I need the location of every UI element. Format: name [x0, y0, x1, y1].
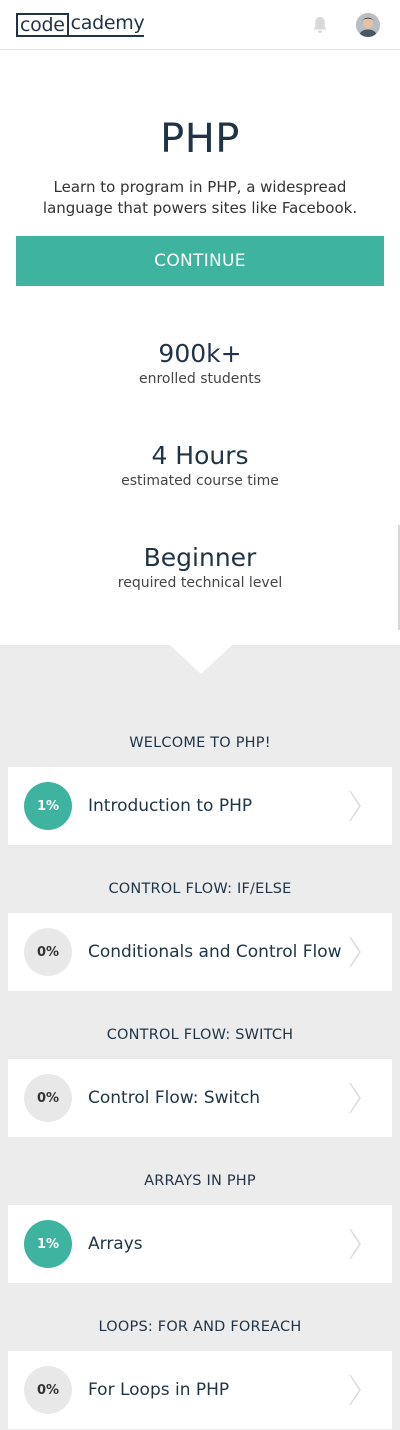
stat-label: enrolled students: [138, 371, 262, 387]
chevron-right-icon: [349, 790, 361, 822]
codecademy-logo[interactable]: code cademy: [16, 13, 145, 37]
progress-badge: 1%: [24, 1220, 72, 1268]
stat-label: estimated course time: [121, 473, 279, 489]
section-heading: WELCOME TO PHP!: [129, 735, 271, 751]
lesson-title: Conditionals and Control Flow: [88, 942, 342, 962]
stat-enrolled: 900k+ enrolled students: [0, 339, 400, 388]
bell-icon[interactable]: [312, 16, 328, 34]
chevron-right-icon: [349, 1082, 361, 1114]
page-title: PHP: [160, 116, 240, 162]
lesson-card[interactable]: 1% Introduction to PHP: [8, 767, 392, 845]
lesson-title: Arrays: [88, 1234, 143, 1254]
continue-button[interactable]: CONTINUE: [16, 236, 384, 286]
progress-badge: 0%: [24, 1074, 72, 1122]
lesson-title: Introduction to PHP: [88, 796, 253, 816]
stat-course-time: 4 Hours estimated course time: [0, 441, 400, 490]
lesson-card[interactable]: 1% Arrays: [8, 1205, 392, 1283]
hero-pointer-arrow: [170, 645, 232, 674]
chevron-right-icon: [349, 936, 361, 968]
section-heading: CONTROL FLOW: IF/ELSE: [108, 881, 292, 897]
avatar-picture: [356, 13, 380, 37]
lesson-title: Control Flow: Switch: [88, 1088, 261, 1108]
chevron-right-icon: [349, 1228, 361, 1260]
section-heading: CONTROL FLOW: SWITCH: [106, 1027, 294, 1043]
stat-value: Beginner: [143, 543, 257, 572]
section-heading: LOOPS: FOR AND FOREACH: [98, 1319, 302, 1335]
logo-code-box: code: [16, 13, 69, 37]
progress-badge: 0%: [24, 1366, 72, 1414]
progress-badge: 0%: [24, 928, 72, 976]
lesson-title: For Loops in PHP: [88, 1380, 230, 1400]
course-hero: PHP Learn to program in PHP, a widesprea…: [0, 50, 400, 645]
chevron-right-icon: [349, 1374, 361, 1406]
lesson-card[interactable]: 0% Conditionals and Control Flow: [8, 913, 392, 991]
section-heading: ARRAYS IN PHP: [144, 1173, 256, 1189]
stat-value: 900k+: [158, 339, 242, 368]
lesson-card[interactable]: 0% For Loops in PHP: [8, 1351, 392, 1429]
course-description: Learn to program in PHP, a widespread la…: [42, 178, 358, 217]
stat-label: required technical level: [117, 575, 283, 591]
stat-value: 4 Hours: [151, 441, 249, 470]
top-bar: code cademy: [0, 0, 400, 50]
logo-cademy-text: cademy: [68, 13, 145, 37]
avatar[interactable]: [356, 13, 380, 37]
progress-badge: 1%: [24, 782, 72, 830]
stat-technical-level: Beginner required technical level: [0, 543, 400, 592]
lesson-card[interactable]: 0% Control Flow: Switch: [8, 1059, 392, 1137]
